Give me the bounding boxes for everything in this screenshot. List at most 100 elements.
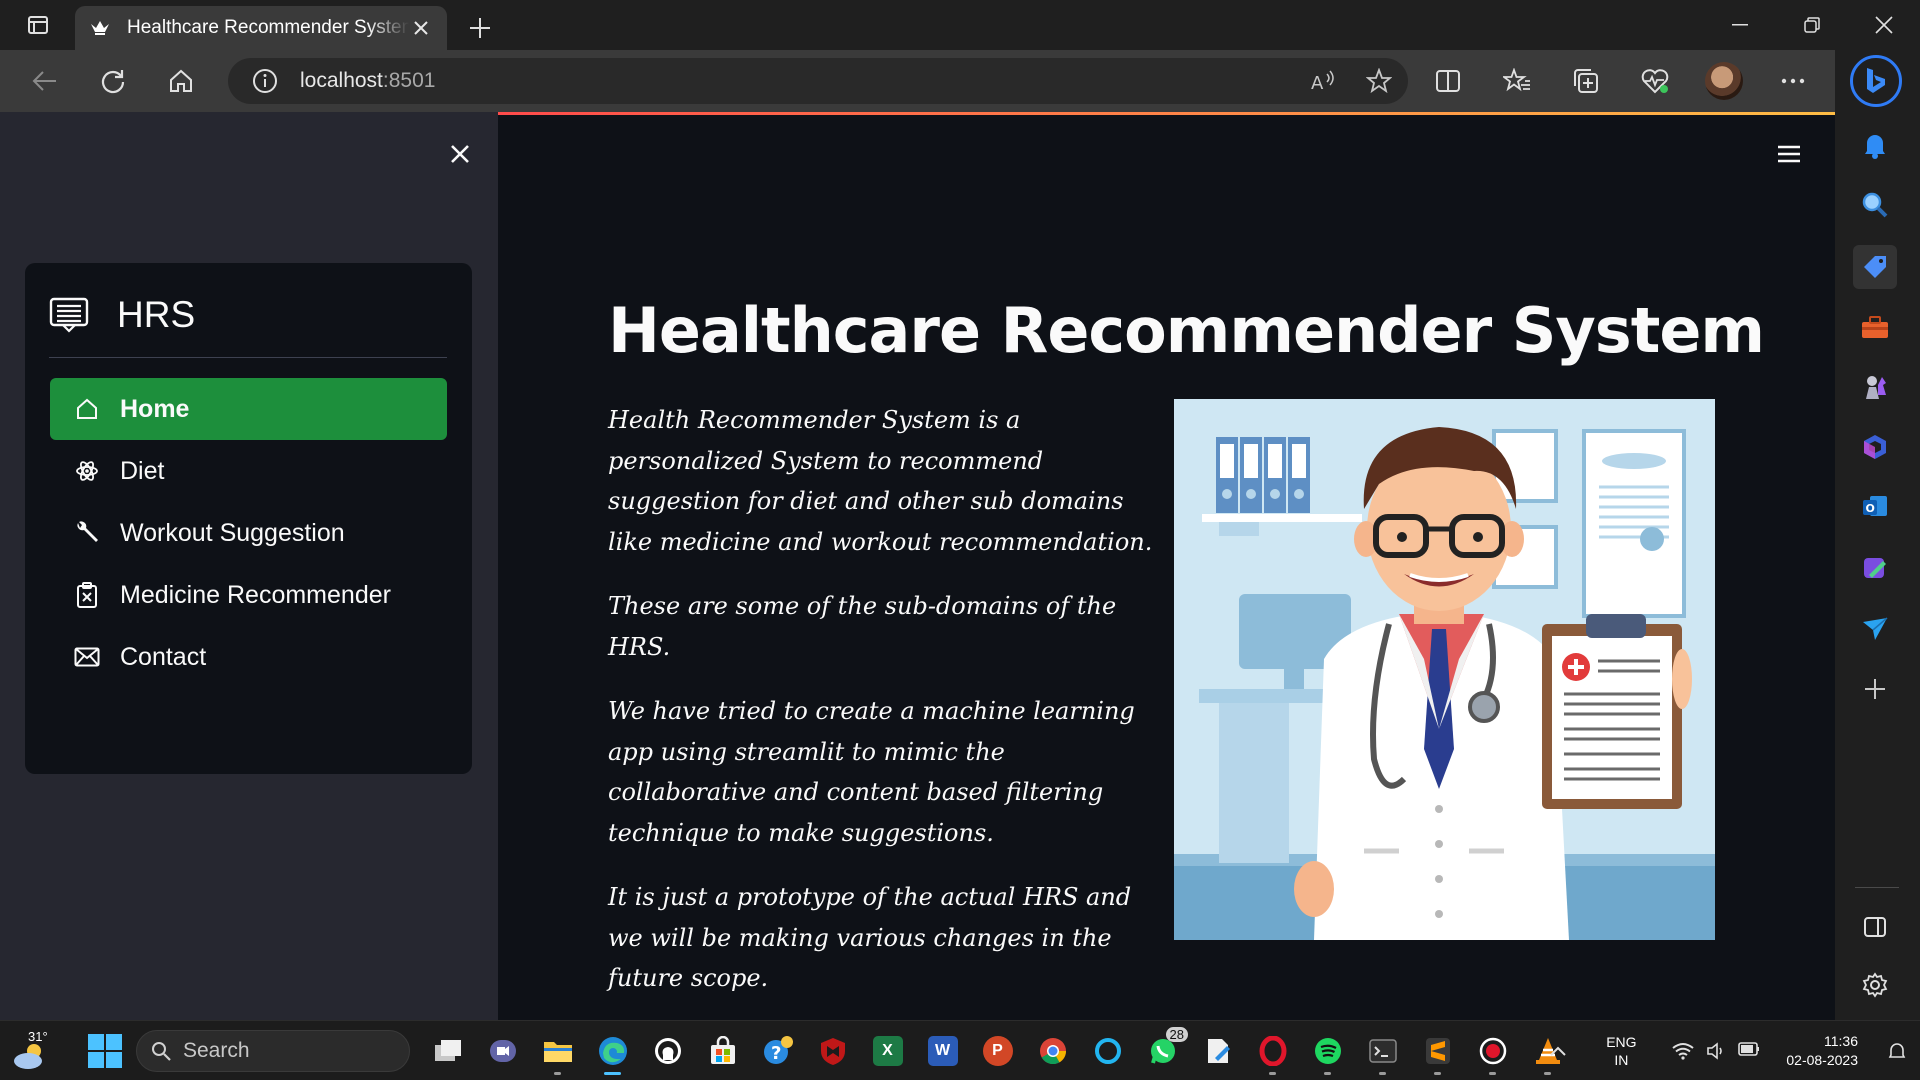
plus-icon bbox=[1865, 679, 1885, 699]
cortana-ring-icon bbox=[1094, 1038, 1121, 1064]
store-app[interactable] bbox=[695, 1027, 750, 1075]
menu-item-contact[interactable]: Contact bbox=[50, 626, 447, 688]
close-sidebar-button[interactable] bbox=[445, 139, 475, 169]
whatsapp-app[interactable]: 28 bbox=[1135, 1027, 1190, 1075]
send-button[interactable] bbox=[1853, 607, 1897, 651]
favorites-button[interactable] bbox=[1494, 58, 1540, 104]
site-info-icon[interactable] bbox=[252, 68, 278, 94]
mcafee-app[interactable] bbox=[805, 1027, 860, 1075]
plus-icon bbox=[470, 18, 490, 38]
chrome-app[interactable] bbox=[1025, 1027, 1080, 1075]
favorite-star-icon[interactable] bbox=[1366, 68, 1392, 94]
decoration-bar bbox=[498, 112, 1835, 115]
notepad-app[interactable] bbox=[1190, 1027, 1245, 1075]
profile-button[interactable] bbox=[1701, 58, 1747, 104]
help-app[interactable]: ? bbox=[750, 1027, 805, 1075]
home-button[interactable] bbox=[158, 58, 204, 104]
avatar bbox=[1705, 62, 1743, 100]
doctor-illustration bbox=[1174, 399, 1715, 940]
browser-toolbar: localhost:8501 A bbox=[0, 50, 1835, 112]
volume-icon bbox=[1707, 1042, 1723, 1060]
restore-icon bbox=[1804, 17, 1820, 33]
new-tab-button[interactable] bbox=[455, 6, 505, 50]
chevron-up-icon[interactable] bbox=[1550, 1046, 1567, 1056]
collections-button[interactable] bbox=[1563, 58, 1609, 104]
weather-widget[interactable]: 31° bbox=[12, 1029, 52, 1073]
svg-text:A: A bbox=[1311, 73, 1324, 93]
sidebar-panel-icon bbox=[1864, 917, 1886, 937]
sublime-app[interactable] bbox=[1410, 1027, 1465, 1075]
games-button[interactable] bbox=[1853, 365, 1897, 409]
copilot-button[interactable] bbox=[1850, 55, 1902, 107]
address-bar[interactable]: localhost:8501 A bbox=[228, 58, 1408, 104]
reload-button[interactable] bbox=[90, 58, 136, 104]
powerpoint-app[interactable]: P bbox=[970, 1027, 1025, 1075]
settings-more-button[interactable] bbox=[1770, 58, 1816, 104]
browser-essentials-button[interactable] bbox=[1632, 58, 1678, 104]
taskbar-search[interactable]: Search bbox=[136, 1030, 410, 1072]
url-host: localhost bbox=[300, 69, 383, 92]
reload-icon bbox=[101, 70, 125, 94]
edge-sidebar: O bbox=[1835, 50, 1920, 1020]
region-code: IN bbox=[1614, 1052, 1629, 1068]
quick-settings[interactable] bbox=[1672, 1042, 1760, 1060]
read-aloud-icon[interactable]: A bbox=[1310, 69, 1336, 93]
microsoft365-button[interactable] bbox=[1853, 425, 1897, 469]
envelope-icon bbox=[74, 644, 100, 670]
restore-button[interactable] bbox=[1776, 0, 1848, 50]
tab-actions-button[interactable] bbox=[0, 0, 75, 50]
recorder-app[interactable] bbox=[1465, 1027, 1520, 1075]
paper-plane-icon bbox=[1863, 617, 1888, 640]
outlook-button[interactable]: O bbox=[1853, 485, 1897, 529]
minimize-icon bbox=[1732, 24, 1748, 26]
search-sidebar-button[interactable] bbox=[1853, 183, 1897, 227]
file-explorer-app[interactable] bbox=[530, 1027, 585, 1075]
menu-item-diet[interactable]: Diet bbox=[50, 440, 447, 502]
designer-icon bbox=[1864, 558, 1886, 578]
taskbar: 31° Search ? X W P 28 ENG IN 11:36 02-08… bbox=[0, 1020, 1920, 1080]
tab-close-icon[interactable] bbox=[409, 16, 433, 40]
notifications-button[interactable] bbox=[1853, 123, 1897, 167]
tools-button[interactable] bbox=[1853, 305, 1897, 349]
excel-app[interactable]: X bbox=[860, 1027, 915, 1075]
teams-chat-app[interactable] bbox=[475, 1027, 530, 1075]
menu-item-workout[interactable]: Workout Suggestion bbox=[50, 502, 447, 564]
price-tag-icon bbox=[1864, 256, 1886, 278]
house-icon bbox=[74, 396, 100, 422]
hide-sidebar-button[interactable] bbox=[1853, 905, 1897, 949]
spotify-app[interactable] bbox=[1300, 1027, 1355, 1075]
close-window-button[interactable] bbox=[1848, 0, 1920, 50]
task-view-button[interactable] bbox=[420, 1027, 475, 1075]
menu-item-label: Medicine Recommender bbox=[120, 580, 391, 609]
main-menu-button[interactable] bbox=[1773, 139, 1805, 169]
shopping-button[interactable] bbox=[1853, 245, 1897, 289]
edge-app[interactable] bbox=[585, 1027, 640, 1075]
menu-item-medicine[interactable]: Medicine Recommender bbox=[50, 564, 447, 626]
start-button[interactable] bbox=[88, 1034, 122, 1068]
folder-icon bbox=[543, 1042, 572, 1062]
opera-app[interactable] bbox=[1245, 1027, 1300, 1075]
minimize-button[interactable] bbox=[1704, 0, 1776, 50]
terminal-app[interactable] bbox=[1355, 1027, 1410, 1075]
browser-tab[interactable]: Healthcare Recommender System bbox=[75, 6, 447, 50]
notification-bell-icon[interactable] bbox=[1888, 1042, 1906, 1060]
menu-header: HRS bbox=[49, 285, 449, 345]
cortana-app[interactable] bbox=[1080, 1027, 1135, 1075]
menu-item-label: Diet bbox=[120, 456, 165, 485]
github-app[interactable] bbox=[640, 1027, 695, 1075]
split-screen-button[interactable] bbox=[1425, 58, 1471, 104]
designer-button[interactable] bbox=[1853, 547, 1897, 591]
back-button[interactable] bbox=[22, 58, 68, 104]
word-app[interactable]: W bbox=[915, 1027, 970, 1075]
add-sidebar-app-button[interactable] bbox=[1853, 667, 1897, 711]
menu-item-home[interactable]: Home bbox=[50, 378, 447, 440]
clock[interactable]: 11:36 02-08-2023 bbox=[1786, 1032, 1858, 1070]
input-language[interactable]: ENG IN bbox=[1596, 1033, 1646, 1069]
sidebar-settings-button[interactable] bbox=[1853, 963, 1897, 1007]
video-chat-icon bbox=[489, 1040, 516, 1062]
menu-item-label: Workout Suggestion bbox=[120, 518, 345, 547]
close-icon bbox=[451, 145, 469, 163]
store-bag-icon bbox=[710, 1036, 735, 1064]
intro-paragraph: It is just a prototype of the actual HRS… bbox=[608, 883, 1132, 992]
intro-paragraph: We have tried to create a machine learni… bbox=[608, 697, 1135, 847]
